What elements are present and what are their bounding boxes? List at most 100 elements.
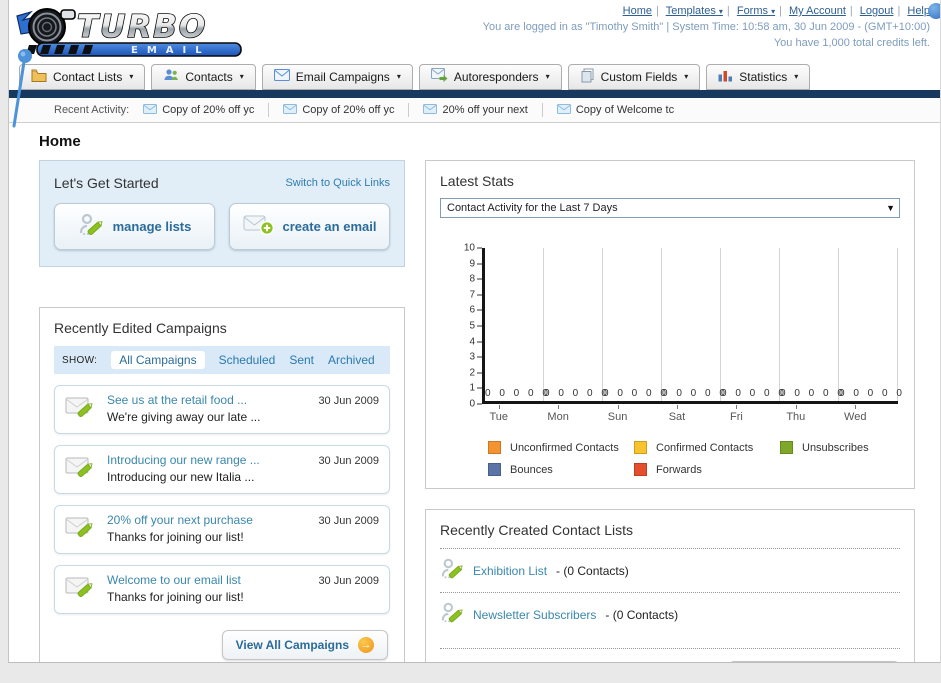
custom-fields-icon [580,68,595,86]
envelope-pencil-icon [65,393,97,426]
legend-label: Unsubscribes [802,441,869,454]
campaign-title-link[interactable]: Introducing our new range ... [107,453,308,467]
button-label: View All Campaigns [235,638,349,652]
envelope-pencil-icon [65,453,97,486]
recent-activity-item[interactable]: Copy of Welcome tc [556,103,674,117]
button-label: manage lists [112,219,192,234]
contact-list-link[interactable]: Exhibition List [473,564,547,578]
recent-activity-label: Recent Activity: [54,104,130,116]
svg-text:EMAIL: EMAIL [131,45,211,56]
chevron-down-icon: ▼ [886,203,895,213]
campaign-title-link[interactable]: Welcome to our email list [107,573,308,587]
envelope-icon [423,103,438,117]
envelope-pencil-icon [65,513,97,546]
turbo-email-logo: TURBO EMAIL [13,2,275,65]
manage-lists-button[interactable]: manage lists [54,203,215,250]
latest-stats-panel: Latest Stats Contact Activity for the La… [425,160,915,489]
envelope-icon [556,103,571,117]
create-email-button[interactable]: create an email [229,203,390,250]
tab-email-campaigns[interactable]: Email Campaigns ▾ [261,64,413,90]
campaigns-title: Recently Edited Campaigns [54,320,227,336]
campaign-row[interactable]: See us at the retail food ... We're givi… [54,385,390,434]
campaign-subtitle: Thanks for joining our list! [107,590,244,604]
link-help[interactable]: Help [907,5,930,17]
page-title: Home [39,133,81,150]
recent-activity-item[interactable]: Copy of 20% off yc [143,103,254,117]
link-my-account[interactable]: My Account [789,5,846,17]
legend-swatch [488,463,501,476]
x-axis-label: Thu [766,404,825,423]
campaign-title-link[interactable]: 20% off your next purchase [107,513,308,527]
filter-sent[interactable]: Sent [289,353,314,367]
campaign-row[interactable]: 20% off your next purchase Thanks for jo… [54,505,390,554]
x-axis-label: Mon [528,404,587,423]
switch-quick-links[interactable]: Switch to Quick Links [285,177,390,189]
chart-value-labels: 0 0 0 0 0 [485,388,551,399]
chart-value-labels: 0 0 0 0 0 [839,388,905,399]
get-started-title: Let's Get Started [54,175,159,191]
y-axis-tick: 7 [469,289,482,300]
tab-label: Statistics [739,69,788,84]
filter-archived[interactable]: Archived [328,353,375,367]
view-all-campaigns-button[interactable]: View All Campaigns → [221,630,388,660]
main-nav: Contact Lists ▾ Contacts ▾ Email Campaig… [9,62,940,90]
envelope-icon [283,103,298,117]
legend-item: Bounces [488,463,634,476]
link-logout[interactable]: Logout [860,5,894,17]
filter-scheduled[interactable]: Scheduled [219,353,276,367]
tab-autoresponders[interactable]: Autoresponders ▾ [418,64,562,90]
chevron-down-icon: ▾ [129,72,134,81]
campaign-date: 30 Jun 2009 [318,455,379,467]
get-started-panel: Let's Get Started Switch to Quick Links … [39,160,405,267]
tab-statistics[interactable]: Statistics ▾ [706,64,811,90]
campaign-subtitle: Introducing our new Italia ... [107,470,255,484]
link-templates[interactable]: Templates ▾ [666,5,723,17]
legend-label: Bounces [510,463,553,476]
tab-contacts[interactable]: Contacts ▾ [151,64,256,90]
statistics-icon [718,69,733,85]
tab-custom-fields[interactable]: Custom Fields ▾ [567,64,701,90]
login-status-text: You are logged in as "Timothy Smith" | S… [482,21,930,33]
arrow-right-icon: → [358,637,374,653]
button-label: create an email [282,219,377,234]
corner-balloon-icon [928,3,940,19]
chevron-down-icon: ▾ [239,72,244,81]
chart-legend: Unconfirmed Contacts Confirmed Contacts Un… [488,441,928,476]
x-axis-label: Sat [647,404,706,423]
campaign-filter-bar: SHOW: All Campaigns Scheduled Sent Archi… [54,346,390,374]
chevron-down-icon: ▾ [396,72,401,81]
person-pencil-icon [440,556,464,585]
y-axis-tick: 9 [469,258,482,269]
contact-list-row[interactable]: Newsletter Subscribers - (0 Contacts) [440,592,900,636]
app-window: TURBO EMAIL Home | Templates ▾ | Forms ▾ | … [8,0,941,663]
campaign-row[interactable]: Welcome to our email list Thanks for joi… [54,565,390,614]
legend-item: Unsubscribes [780,441,926,454]
divider: | [779,5,782,17]
campaign-row[interactable]: Introducing our new range ... Introducin… [54,445,390,494]
envelope-icon [143,103,158,117]
link-home[interactable]: Home [623,5,652,17]
autoresponder-icon [430,68,448,85]
envelope-icon [273,69,290,84]
recent-activity-item[interactable]: Copy of 20% off yc [283,103,394,117]
navy-divider-bar [9,90,940,98]
campaign-title-link[interactable]: See us at the retail food ... [107,393,308,407]
contact-list-count: - (0 Contacts) [605,607,679,622]
chart-day-column: 0 0 0 0 0 [603,248,669,401]
filter-all-campaigns[interactable]: All Campaigns [111,351,205,369]
chart-day-column: 0 0 0 0 0 [780,248,843,401]
see-all-contact-lists-button[interactable]: See All Contact Lists → [728,661,900,662]
svg-text:TURBO: TURBO [77,9,207,45]
stats-dropdown[interactable]: Contact Activity for the Last 7 Days ▼ [440,198,900,218]
recent-activity-item[interactable]: 20% off your next [423,103,528,117]
chart-value-labels: 0 0 0 0 0 [603,388,669,399]
credits-text: You have 1,000 total credits left. [773,37,930,49]
tab-label: Autoresponders [453,69,539,84]
link-forms[interactable]: Forms ▾ [737,5,775,17]
tab-contact-lists[interactable]: Contact Lists ▾ [19,64,146,90]
contact-list-count: - (0 Contacts) [556,563,629,578]
tab-label: Custom Fields [600,69,678,84]
chevron-down-icon: ▾ [718,7,723,16]
contact-list-link[interactable]: Newsletter Subscribers [473,608,596,622]
contact-list-row[interactable]: Exhibition List - (0 Contacts) [440,548,900,592]
